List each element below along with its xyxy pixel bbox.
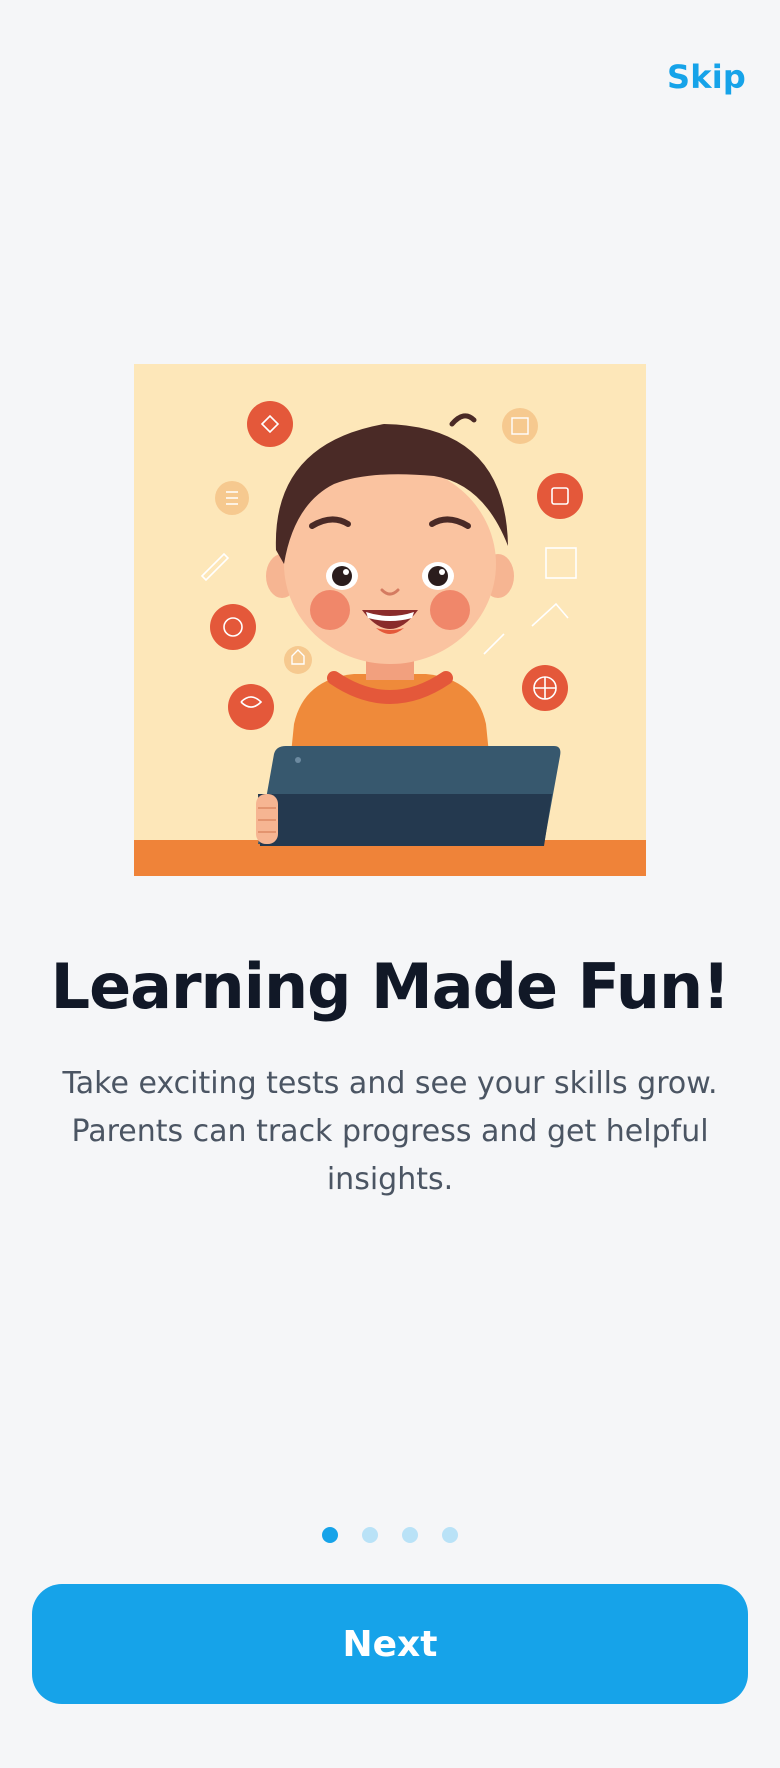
pagination-dot-2[interactable]: [362, 1527, 378, 1543]
child-with-tablet-illustration: [134, 364, 646, 876]
pagination-dots: [0, 1527, 780, 1543]
pagination-dot-4[interactable]: [442, 1527, 458, 1543]
next-button[interactable]: Next: [32, 1584, 748, 1704]
slide-title: Learning Made Fun!: [50, 950, 731, 1023]
slide-description: Take exciting tests and see your skills …: [62, 1066, 718, 1197]
pagination-dot-3[interactable]: [402, 1527, 418, 1543]
pagination-dot-1[interactable]: [322, 1527, 338, 1543]
skip-button[interactable]: Skip: [667, 58, 746, 96]
